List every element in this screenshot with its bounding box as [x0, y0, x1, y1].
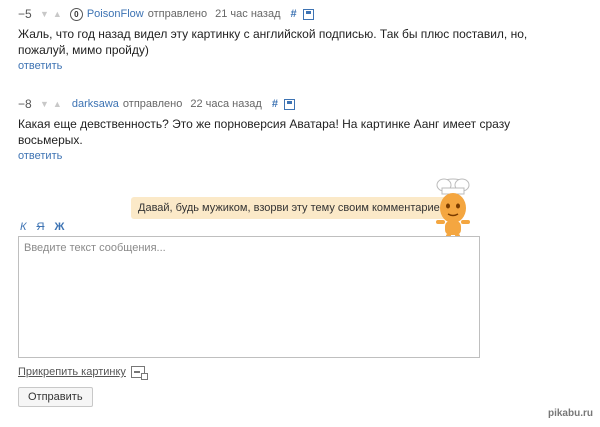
comment-author[interactable]: darksawa — [72, 98, 119, 110]
comment: −5 ▼ ▲ 0 PoisonFlow отправлено 21 час на… — [18, 6, 558, 72]
bold-button[interactable]: Ж — [54, 221, 64, 233]
format-toolbar: К Я Ж — [20, 221, 64, 233]
comment-time: 22 часа назад — [190, 98, 262, 110]
vote-down-icon[interactable]: ▼ — [40, 99, 49, 109]
comment-rating: −8 — [18, 97, 32, 111]
mascot-tooltip: Давай, будь мужиком, взорви эту тему сво… — [131, 197, 463, 219]
reply-link[interactable]: ответить — [18, 150, 62, 162]
strike-button[interactable]: Я — [36, 221, 44, 233]
submit-button[interactable]: Отправить — [18, 387, 93, 407]
attach-image-link[interactable]: Прикрепить картинку — [18, 366, 126, 378]
comment-rating: −5 — [18, 7, 32, 21]
user-badge-icon: 0 — [69, 7, 83, 21]
sent-label: отправлено — [122, 98, 183, 110]
comment-author[interactable]: PoisonFlow — [87, 8, 144, 20]
save-icon[interactable] — [302, 8, 314, 20]
italic-button[interactable]: К — [20, 221, 26, 233]
chef-mascot-icon — [436, 178, 470, 241]
comment-text: Какая еще девственность? Это же порновер… — [18, 117, 511, 147]
save-icon[interactable] — [283, 98, 295, 110]
vote-down-icon[interactable]: ▼ — [40, 9, 49, 19]
attach-image[interactable]: Прикрепить картинку — [18, 366, 148, 380]
image-icon[interactable] — [130, 366, 148, 380]
comment-meta: −5 ▼ ▲ 0 PoisonFlow отправлено 21 час на… — [18, 6, 558, 22]
comment-time: 21 час назад — [215, 8, 281, 20]
vote-up-icon[interactable]: ▲ — [53, 99, 62, 109]
permalink-hash[interactable]: # — [272, 98, 278, 110]
watermark: pikabu.ru — [547, 408, 593, 419]
comment-meta: −8 ▼ ▲ darksawa отправлено 22 часа назад… — [18, 96, 558, 112]
comment: −8 ▼ ▲ darksawa отправлено 22 часа назад… — [18, 96, 558, 162]
vote-up-icon[interactable]: ▲ — [53, 9, 62, 19]
permalink-hash[interactable]: # — [291, 8, 297, 20]
sent-label: отправлено — [147, 8, 208, 20]
comment-text: Жаль, что год назад видел эту картинку с… — [18, 27, 528, 57]
comment-input[interactable] — [18, 236, 480, 358]
reply-link[interactable]: ответить — [18, 60, 62, 72]
